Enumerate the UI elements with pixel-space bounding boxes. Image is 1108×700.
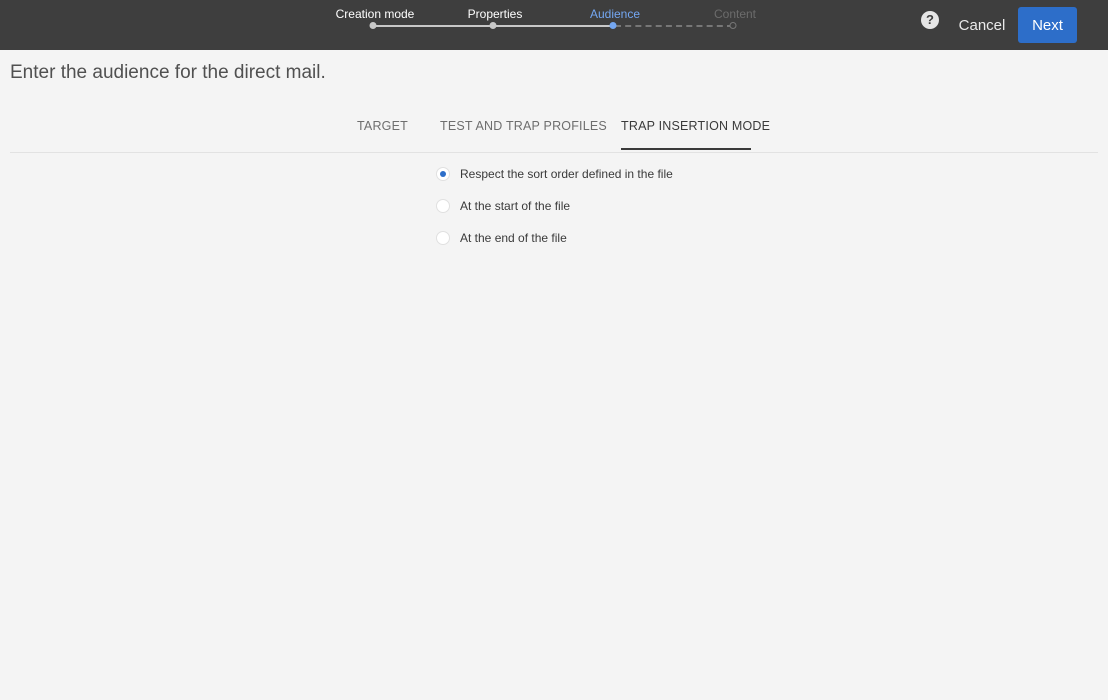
option-start-of-file[interactable]: At the start of the file xyxy=(436,197,696,217)
radio-button[interactable] xyxy=(436,199,450,213)
top-bar: Creation mode Properties Audience Conten… xyxy=(0,0,1108,50)
option-label: Respect the sort order defined in the fi… xyxy=(460,167,673,181)
next-button[interactable]: Next xyxy=(1018,7,1077,43)
step-connector-pending xyxy=(615,25,733,27)
option-respect-sort-order[interactable]: Respect the sort order defined in the fi… xyxy=(436,165,696,185)
tab-trap-insertion-mode[interactable]: TRAP INSERTION MODE xyxy=(621,119,770,133)
step-label-creation-mode[interactable]: Creation mode xyxy=(336,7,415,21)
step-label-content: Content xyxy=(713,7,757,21)
help-icon[interactable]: ? xyxy=(921,11,939,29)
step-dot-content xyxy=(729,22,737,29)
option-label: At the start of the file xyxy=(460,199,571,213)
radio-button-selected[interactable] xyxy=(436,167,450,181)
active-tab-indicator xyxy=(621,148,751,150)
step-label-audience[interactable]: Audience xyxy=(590,7,640,21)
audience-tabs: TARGET TEST AND TRAP PROFILES TRAP INSER… xyxy=(10,110,1098,153)
step-connector xyxy=(495,25,615,27)
cancel-button[interactable]: Cancel xyxy=(956,8,1008,42)
option-label: At the end of the file xyxy=(460,231,567,245)
radio-button[interactable] xyxy=(436,231,450,245)
tab-test-and-trap-profiles[interactable]: TEST AND TRAP PROFILES xyxy=(440,119,607,133)
step-dot-properties[interactable] xyxy=(489,22,497,29)
page-title: Enter the audience for the direct mail. xyxy=(10,62,326,83)
step-label-properties[interactable]: Properties xyxy=(468,7,523,21)
step-dot-creation-mode[interactable] xyxy=(369,22,377,29)
step-dot-audience[interactable] xyxy=(609,22,617,29)
step-connector xyxy=(375,25,495,27)
tab-target[interactable]: TARGET xyxy=(357,119,408,133)
workflow-stepper: Creation mode Properties Audience Conten… xyxy=(0,0,1108,50)
option-end-of-file[interactable]: At the end of the file xyxy=(436,229,696,249)
